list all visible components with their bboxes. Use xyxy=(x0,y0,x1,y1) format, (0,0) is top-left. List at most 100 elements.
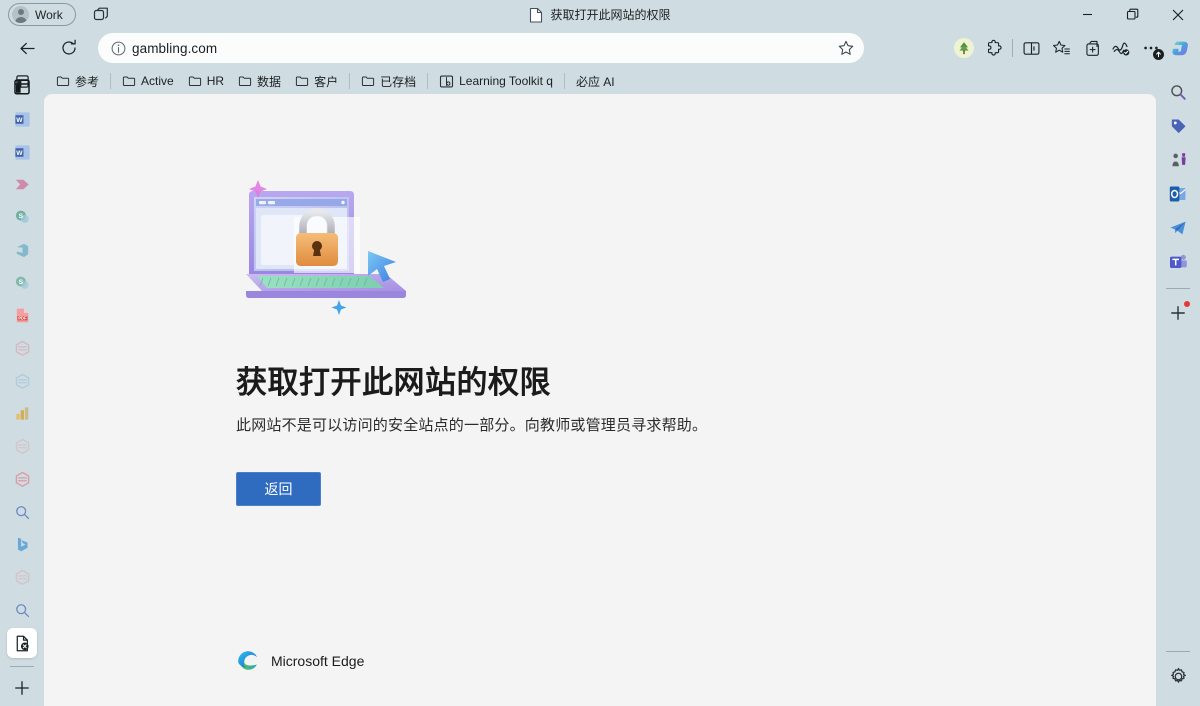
sidebar-right-search[interactable] xyxy=(1162,76,1194,108)
bookmark-label: 客户 xyxy=(314,74,339,89)
bookmark-item[interactable]: HR xyxy=(181,70,231,92)
left-sidebar: W W S S PDF xyxy=(0,68,44,706)
maximize-restore-button[interactable] xyxy=(1110,0,1155,29)
bookmark-label: 参考 xyxy=(75,74,100,89)
search-icon-2 xyxy=(15,603,29,617)
sidebar-right-outlook[interactable] xyxy=(1162,178,1194,210)
page-content: 获取打开此网站的权限 此网站不是可以访问的安全站点的一部分。向教师或管理员寻求帮… xyxy=(44,94,1156,706)
sidebar-item-word-document[interactable]: W xyxy=(7,105,37,134)
sidebar-item-bing[interactable] xyxy=(7,530,37,559)
tab-copy-icon[interactable] xyxy=(88,3,116,27)
bookmark-divider xyxy=(110,73,112,89)
sidebar-right-telegram[interactable] xyxy=(1162,212,1194,244)
folder-icon xyxy=(56,76,70,87)
back-button[interactable] xyxy=(12,33,42,63)
bookmark-item[interactable]: Active xyxy=(115,70,181,92)
site-info-icon[interactable] xyxy=(104,41,132,56)
sidebar-item-sharepoint-2[interactable]: S xyxy=(7,268,37,297)
settings-more-icon[interactable] xyxy=(1136,33,1166,63)
address-bar-text: gambling.com xyxy=(132,40,218,56)
browser-essentials-icon[interactable] xyxy=(1106,33,1136,63)
extensions-icon[interactable] xyxy=(979,33,1009,63)
sidebar-item-hexagon-3[interactable] xyxy=(7,432,37,461)
tree-extension-icon[interactable] xyxy=(949,33,979,63)
refresh-button[interactable] xyxy=(54,33,84,63)
folder-icon xyxy=(295,76,309,87)
sidebar-item-sharepoint[interactable]: S xyxy=(7,203,37,232)
svg-text:S: S xyxy=(18,279,23,286)
sidebar-right-settings[interactable] xyxy=(1162,660,1194,692)
sidebar-item-hexagon-5[interactable] xyxy=(7,563,37,592)
svg-text:W: W xyxy=(16,149,23,156)
sidebar-right-teams[interactable] xyxy=(1162,246,1194,278)
search-icon xyxy=(15,505,29,519)
sidebar-item-azure-devops[interactable] xyxy=(7,236,37,265)
error-block: 获取打开此网站的权限 此网站不是可以访问的安全站点的一部分。向教师或管理员寻求帮… xyxy=(236,175,876,506)
sidebar-item-pdf-document[interactable]: PDF xyxy=(7,301,37,330)
shopping-tag-icon xyxy=(1171,118,1186,133)
sidebar-item-search-2[interactable] xyxy=(7,596,37,625)
address-bar[interactable]: gambling.com xyxy=(98,33,864,63)
chart-icon xyxy=(15,407,28,421)
minimize-button[interactable] xyxy=(1065,0,1110,29)
bookmarks-bar: 参考 Active HR 数据 客户 已存档 Learning Toolkit … xyxy=(0,68,1200,94)
sidebar-item-split-pane[interactable] xyxy=(7,72,37,101)
bookmark-divider xyxy=(349,73,351,89)
bookmark-item[interactable]: 客户 xyxy=(288,70,345,92)
notification-dot xyxy=(1184,301,1190,307)
profile-label: Work xyxy=(35,7,63,22)
avatar xyxy=(12,6,29,23)
bookmark-label: 必应 AI xyxy=(575,74,615,89)
sidebar-item-hexagon-2[interactable] xyxy=(7,367,37,396)
bookmark-item[interactable]: 数据 xyxy=(231,70,288,92)
hexagon-icon-4 xyxy=(15,471,29,487)
sidebar-right-games[interactable] xyxy=(1162,144,1194,176)
document-icon xyxy=(530,7,543,23)
sidebar-item-blocked-page[interactable] xyxy=(7,628,37,658)
sidebar-item-hexagon[interactable] xyxy=(7,334,37,363)
bookmark-label: Active xyxy=(141,74,174,88)
sidebar-add-button[interactable] xyxy=(7,673,37,702)
page-subtext: 此网站不是可以访问的安全站点的一部分。向教师或管理员寻求帮助。 xyxy=(236,417,708,434)
sharepoint-icon-2: S xyxy=(15,276,29,289)
copilot-icon[interactable] xyxy=(1166,33,1196,63)
split-pane-icon xyxy=(14,79,30,95)
bookmark-label: Learning Toolkit q xyxy=(459,74,553,88)
update-badge xyxy=(1153,49,1164,60)
laptop-padlock-illustration xyxy=(244,175,419,325)
bookmark-item[interactable]: 必应 AI xyxy=(569,70,622,92)
window-title-group: 获取打开此网站的权限 xyxy=(0,0,1200,29)
svg-text:W: W xyxy=(16,117,23,124)
hexagon-icon-5 xyxy=(15,569,29,586)
blocked-page-icon xyxy=(16,635,29,651)
folder-icon xyxy=(122,76,136,87)
sidebar-right-shopping[interactable] xyxy=(1162,110,1194,142)
bookmark-item[interactable]: 参考 xyxy=(49,70,106,92)
sidebar-item-hexagon-4[interactable] xyxy=(7,465,37,494)
hexagon-icon-3 xyxy=(15,438,29,455)
split-screen-icon[interactable] xyxy=(1016,33,1046,63)
sidebar-item-search[interactable] xyxy=(7,498,37,527)
sidebar-right-add-button[interactable] xyxy=(1162,297,1194,329)
footer-brand: Microsoft Edge xyxy=(271,652,365,669)
tab-actions-icon[interactable] xyxy=(1076,33,1106,63)
window-controls xyxy=(1065,0,1200,29)
gear-icon xyxy=(1170,667,1186,683)
sidebar-item-chart[interactable] xyxy=(7,399,37,428)
bookmark-item[interactable]: 已存档 xyxy=(354,70,423,92)
close-button[interactable] xyxy=(1155,0,1200,29)
profile-pill[interactable]: Work xyxy=(8,3,76,26)
teams-icon xyxy=(1170,254,1187,268)
right-sidebar xyxy=(1156,68,1200,706)
go-back-button[interactable]: 返回 xyxy=(236,472,321,506)
collections-icon[interactable] xyxy=(1046,33,1076,63)
svg-text:S: S xyxy=(18,213,23,220)
favorite-star-icon[interactable] xyxy=(834,36,858,60)
toolbar-actions xyxy=(949,33,1196,63)
bookmark-label: 已存档 xyxy=(380,74,417,89)
sidebar-item-word-document-2[interactable]: W xyxy=(7,137,37,166)
folder-icon xyxy=(188,76,201,87)
bookmark-item[interactable]: Learning Toolkit q xyxy=(432,70,560,92)
sidebar-item-powerpoint[interactable] xyxy=(7,170,37,199)
edge-logo-icon xyxy=(238,651,257,670)
